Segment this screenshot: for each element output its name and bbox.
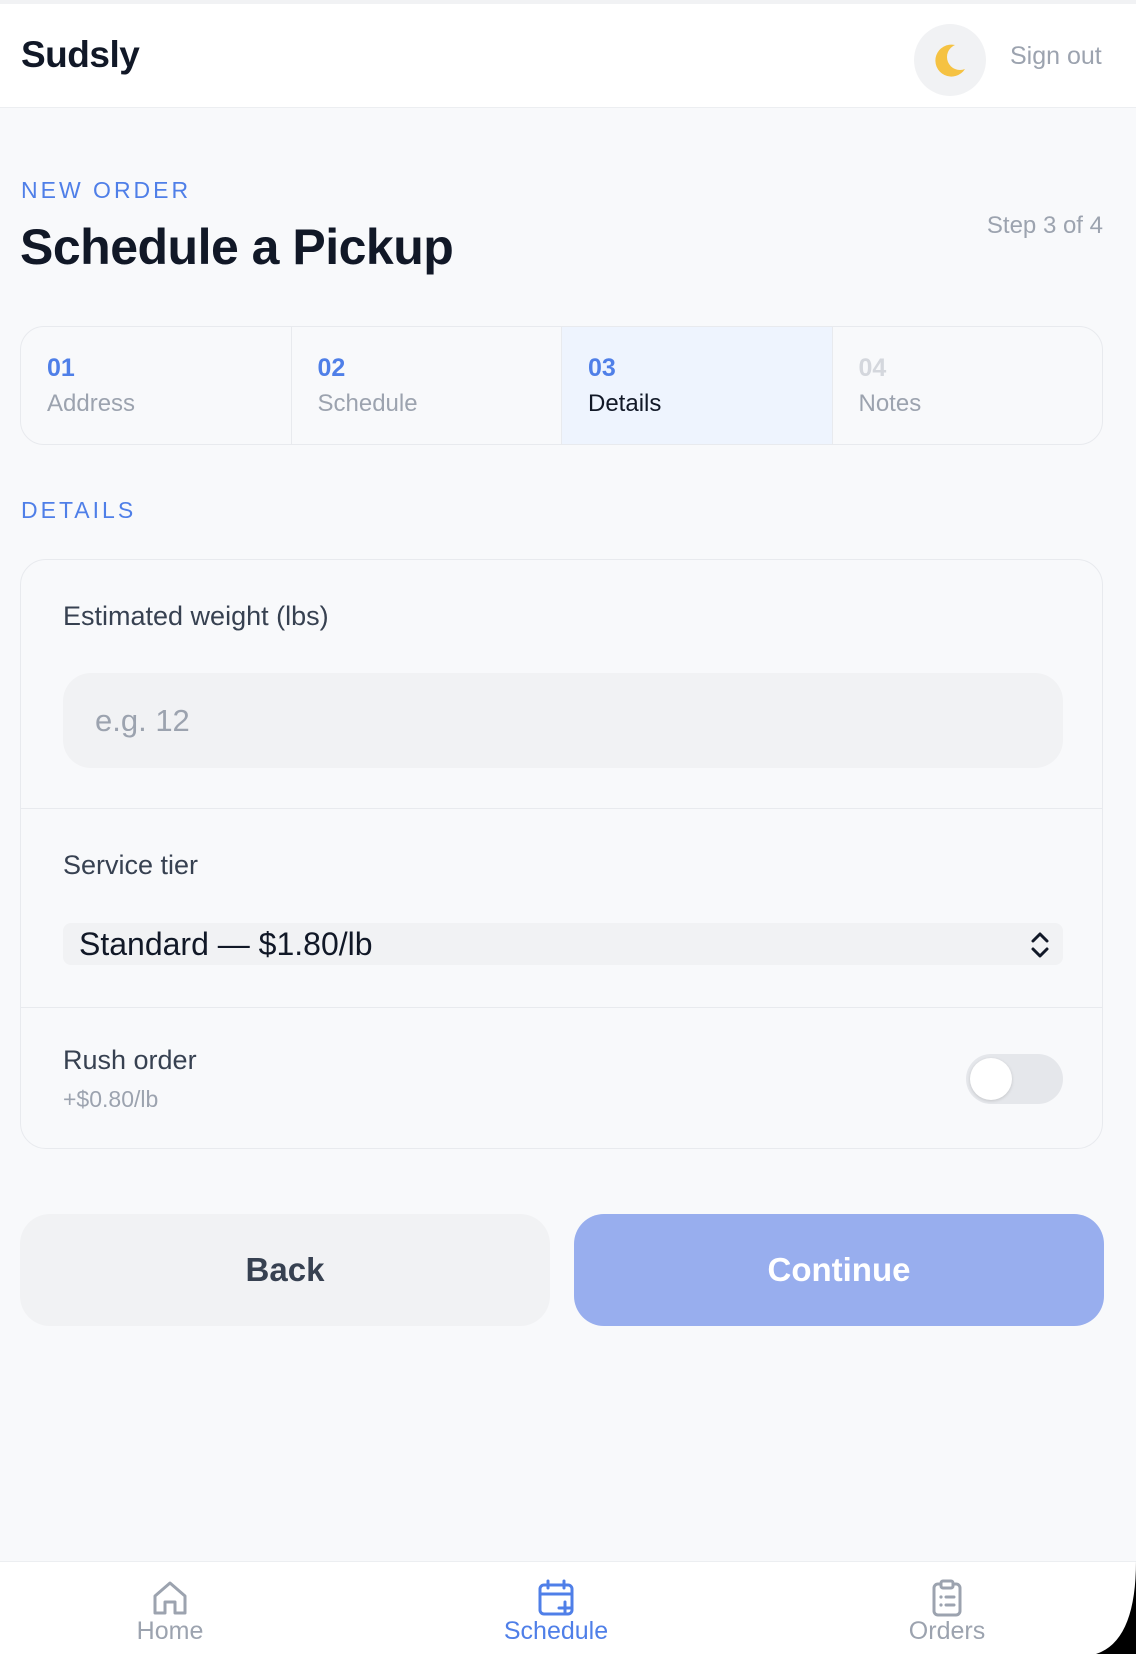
weight-label: Estimated weight (lbs) <box>63 601 329 631</box>
step-label: Schedule <box>317 390 418 417</box>
step-address[interactable]: 01 Address <box>21 327 292 444</box>
divider <box>21 1007 1102 1008</box>
back-button[interactable]: Back <box>20 1214 550 1326</box>
step-label: Details <box>588 390 662 417</box>
service-tier-label: Service tier <box>63 850 199 880</box>
page-title: Schedule a Pickup <box>20 219 454 275</box>
nav-label: Schedule <box>503 1617 609 1645</box>
nav-item-schedule[interactable]: Schedule <box>456 1562 656 1654</box>
brand-logo: Sudsly <box>21 34 140 75</box>
step-number: 02 <box>317 354 346 382</box>
order-stepper: 01 Address 02 Schedule 03 Details 04 Not… <box>20 326 1103 445</box>
rush-order-price: +$0.80/lb <box>63 1086 159 1112</box>
step-label: Address <box>47 390 136 417</box>
moon-icon <box>935 44 965 77</box>
nav-label: Home <box>136 1617 204 1645</box>
step-counter: Step 3 of 4 <box>986 212 1103 239</box>
page-eyebrow: NEW ORDER <box>21 177 192 203</box>
step-notes: 04 Notes <box>833 327 1103 444</box>
details-card: Estimated weight (lbs) Service tier Stan… <box>20 559 1103 1149</box>
step-details[interactable]: 03 Details <box>562 327 833 444</box>
rush-order-label: Rush order <box>63 1045 197 1075</box>
nav-label: Orders <box>908 1617 986 1645</box>
continue-button[interactable]: Continue <box>574 1214 1104 1326</box>
service-tier-value: Standard — $1.80/lb <box>79 925 373 962</box>
step-schedule[interactable]: 02 Schedule <box>292 327 562 444</box>
toggle-knob <box>970 1058 1012 1100</box>
nav-item-home[interactable]: Home <box>70 1562 270 1654</box>
sign-out-link[interactable]: Sign out <box>1010 42 1102 71</box>
step-number: 01 <box>47 354 75 382</box>
app-header: Sudsly Sign out <box>0 4 1136 108</box>
calendar-plus-icon <box>538 1579 574 1616</box>
clipboard-list-icon <box>932 1579 962 1617</box>
step-number: 04 <box>858 354 887 382</box>
device-corner <box>1096 1561 1136 1654</box>
divider <box>21 808 1102 809</box>
chevron-up-down-icon <box>1031 932 1049 958</box>
theme-toggle-button[interactable] <box>914 24 986 96</box>
section-label-details: DETAILS <box>21 497 137 523</box>
rush-order-toggle[interactable] <box>966 1054 1063 1104</box>
home-icon <box>153 1581 187 1615</box>
service-tier-select[interactable]: Standard — $1.80/lb <box>63 923 1063 965</box>
step-label: Notes <box>858 390 922 417</box>
weight-input[interactable] <box>63 673 1063 768</box>
nav-item-orders[interactable]: Orders <box>847 1562 1047 1654</box>
step-number: 03 <box>588 354 616 382</box>
bottom-nav: Home Schedule Orders <box>0 1561 1136 1654</box>
